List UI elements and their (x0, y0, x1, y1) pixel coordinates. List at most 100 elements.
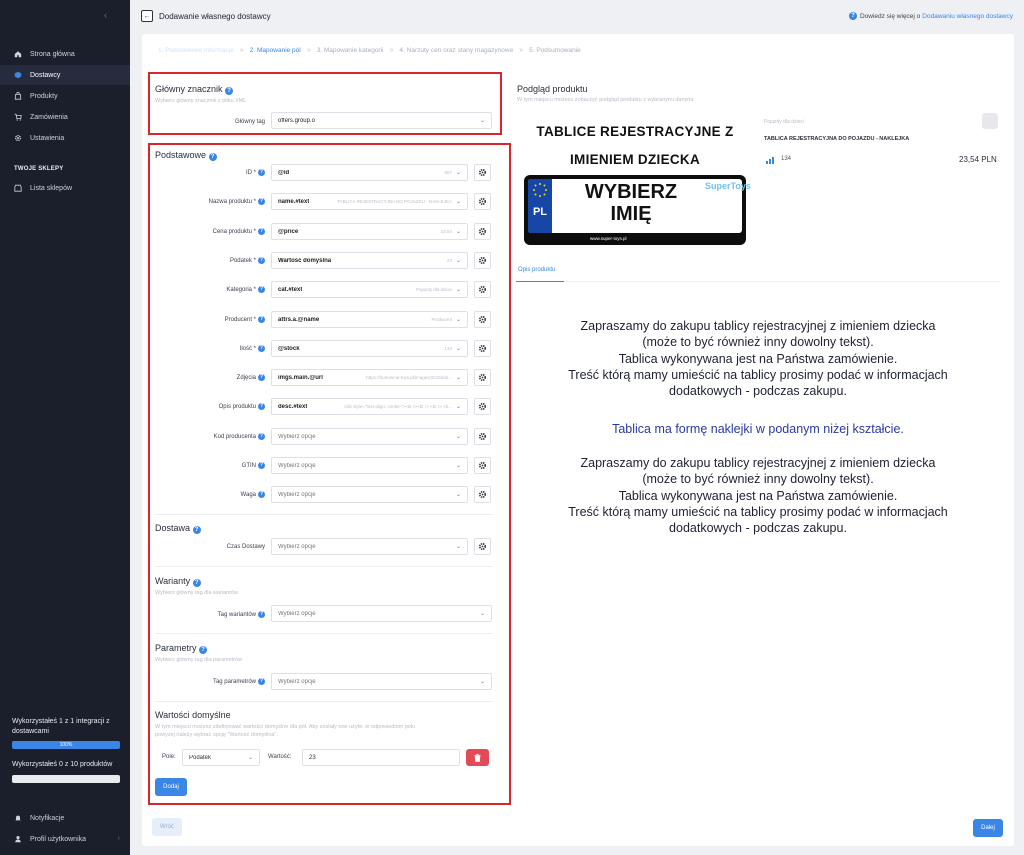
description-line: Tablica wykonywana jest na Państwa zamów… (618, 489, 898, 503)
sidebar-item-profile[interactable]: Profil użytkownika (0, 829, 130, 849)
product-name: TABLICA REJESTRACYJNA DO POJAZDU - NAKLE… (764, 136, 910, 142)
field-select[interactable]: desc.#text <div style="text-align: center… (271, 398, 468, 415)
field-label: Cena produktu *? (212, 228, 265, 235)
question-icon: ? (192, 579, 201, 587)
sidebar-item-products[interactable]: Produkty (0, 86, 130, 106)
gear-icon (478, 542, 487, 551)
help-link[interactable]: ? Dowiedz się więcej o Dodawaniu własneg… (848, 12, 1013, 20)
field-select[interactable]: imgs.main.@url https://hurtownia-toys.pl/… (271, 369, 468, 386)
question-icon: ? (258, 678, 265, 685)
gear-icon (478, 373, 487, 382)
defaults-value-input[interactable]: 23 (302, 749, 460, 766)
field-settings-button[interactable] (474, 164, 491, 181)
main-tag-select[interactable]: offers.group.o ⌄ (271, 112, 492, 129)
sidebar: ‹ Strona główna Dostawcy Produkty Zamówi… (0, 0, 130, 855)
field-settings-button[interactable] (474, 311, 491, 328)
field-select[interactable]: @price 23.54 ⌄ (271, 223, 468, 240)
preview-subtitle: W tym miejscu możesz zobaczyć podgląd pr… (517, 97, 695, 103)
variants-select[interactable]: Wybierz opcje ⌄ (271, 605, 492, 622)
description-line: Tablica wykonywana jest na Państwa zamów… (618, 352, 898, 366)
field-settings-button[interactable] (474, 193, 491, 210)
params-select[interactable]: Wybierz opcje ⌄ (271, 673, 492, 690)
field-select[interactable]: cat.#text Pojazdy dla dzieci ⌄ (271, 281, 468, 298)
add-default-button[interactable]: Dodaj (155, 778, 187, 796)
field-label: Ilość *? (239, 345, 265, 352)
next-button[interactable]: Dalej (973, 819, 1003, 837)
step-1[interactable]: 1. Podstawowe informacje (158, 47, 234, 54)
question-icon: ? (192, 526, 201, 534)
sidebar-item-label: Produkty (30, 92, 58, 100)
field-settings-button[interactable] (474, 398, 491, 415)
chevron-down-icon: ⌄ (479, 118, 485, 124)
sidebar-item-home[interactable]: Strona główna (0, 44, 130, 64)
products-progress-bar (12, 775, 120, 783)
field-settings-button[interactable] (474, 457, 491, 474)
field-select[interactable]: attrs.a.@name Producent ⌄ (271, 311, 468, 328)
field-settings-button[interactable] (474, 369, 491, 386)
sidebar-item-settings[interactable]: Ustawienia (0, 128, 130, 148)
gear-icon (478, 227, 487, 236)
description-line: dodatkowych - podczas zakupu. (669, 384, 847, 398)
field-label: ID *? (245, 169, 265, 176)
variants-label: Tag wariantów? (217, 611, 265, 618)
back-arrow-button[interactable]: ← (141, 10, 153, 22)
field-select[interactable]: Wybierz opcje ⌄ (271, 428, 468, 445)
sidebar-item-label: Dostawcy (30, 71, 61, 79)
step-4[interactable]: 4. Narzuty cen oraz stany magazynowe (399, 47, 513, 54)
question-icon: ? (225, 87, 234, 95)
help-text: Dowiedz się więcej o (859, 12, 921, 20)
delete-button[interactable] (466, 749, 489, 766)
gear-icon (478, 256, 487, 265)
field-label: GTIN? (241, 462, 265, 469)
chevron-double-right-icon: » (239, 47, 244, 54)
step-3[interactable]: 3. Mapowanie kategorii (317, 47, 384, 54)
main-tag-subtitle: Wybierz główny znacznik z pliku XML (155, 98, 247, 104)
field-select[interactable]: Wybierz opcje ⌄ (271, 486, 468, 503)
chevron-left-icon[interactable]: ‹ (104, 10, 107, 20)
delivery-settings-button[interactable] (474, 538, 491, 555)
sidebar-item-shops[interactable]: Lista sklepów (0, 178, 130, 198)
field-label: Podatek *? (229, 257, 265, 264)
chevron-double-right-icon: » (306, 47, 311, 54)
divider (155, 514, 493, 515)
sidebar-item-notifications[interactable]: Notyfikacje (0, 808, 130, 828)
question-icon: ? (258, 228, 265, 235)
delivery-select[interactable]: Wybierz opcje ⌄ (271, 538, 468, 555)
back-button[interactable]: Wróć (152, 818, 182, 836)
chevron-down-icon: ⌄ (247, 755, 253, 761)
field-label: Producent *? (224, 316, 265, 323)
gear-icon (478, 285, 487, 294)
sidebar-item-suppliers[interactable]: Dostawcy (0, 65, 130, 85)
step-5[interactable]: 5. Podsumowanie (529, 47, 581, 54)
help-link-text[interactable]: Dodawaniu własnego dostawcy (922, 13, 1013, 20)
cart-icon (14, 113, 22, 121)
description-line: Treść którą mamy umieścić na tablicy pro… (568, 368, 948, 382)
field-settings-button[interactable] (474, 428, 491, 445)
tab-description[interactable]: Opis produktu (518, 267, 555, 273)
field-select[interactable]: name.#text TABLICA REJESTRACYJNA DO POJAZ… (271, 193, 468, 210)
field-settings-button[interactable] (474, 252, 491, 269)
gear-icon (478, 432, 487, 441)
product-category: Pojazdy dla dzieci (764, 119, 805, 125)
field-select[interactable]: Wartość domyślna 23 ⌄ (271, 252, 468, 269)
field-settings-button[interactable] (474, 281, 491, 298)
step-2[interactable]: 2. Mapowanie pól (250, 47, 301, 54)
chevron-right-icon: › (117, 835, 120, 842)
sidebar-item-label: Profil użytkownika (30, 835, 87, 843)
field-settings-button[interactable] (474, 340, 491, 357)
field-select[interactable]: @stock 134 ⌄ (271, 340, 468, 357)
plate-url: www.super-toys.pl (590, 236, 627, 241)
description-line: Treść którą mamy umieścić na tablicy pro… (568, 505, 948, 519)
defaults-field-label: Pole: (162, 754, 176, 760)
field-select[interactable]: Wybierz opcje ⌄ (271, 457, 468, 474)
chevron-down-icon: ⌄ (455, 229, 461, 235)
params-section-title: Parametry ? (155, 643, 210, 654)
field-settings-button[interactable] (474, 223, 491, 240)
sidebar-item-orders[interactable]: Zamówienia (0, 107, 130, 127)
defaults-field-select[interactable]: Podatek ⌄ (182, 749, 260, 766)
description-line: dodatkowych - podczas zakupu. (669, 521, 847, 535)
field-settings-button[interactable] (474, 486, 491, 503)
field-select[interactable]: @id 867 ⌄ (271, 164, 468, 181)
gear-icon (478, 168, 487, 177)
variants-subtitle: Wybierz główny tag dla wariantów (155, 590, 238, 596)
